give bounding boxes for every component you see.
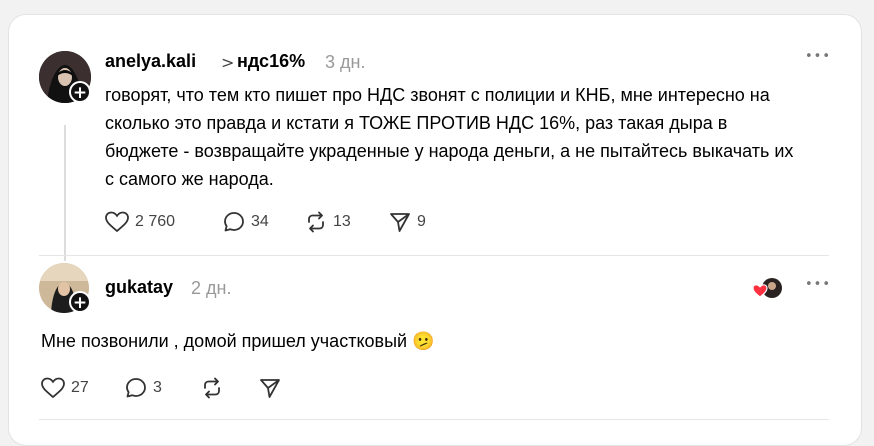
post-like-count: 2 760 xyxy=(135,213,176,230)
liked-by-avatar[interactable] xyxy=(752,277,783,301)
repost-icon xyxy=(204,377,220,399)
send-icon xyxy=(390,213,410,232)
post-like-button[interactable]: 2 760 xyxy=(105,211,175,233)
reply-username[interactable]: gukatay xyxy=(105,277,173,298)
repost-icon xyxy=(308,211,324,233)
post-comment-count: 34 xyxy=(251,213,269,230)
heart-icon xyxy=(41,377,65,399)
heart-icon xyxy=(105,211,129,233)
send-icon xyxy=(260,379,280,398)
post-comment-button[interactable]: 34 xyxy=(223,211,269,233)
reply-more-options-icon[interactable]: ••• xyxy=(805,277,831,292)
comment-bubble-icon xyxy=(224,212,244,232)
reply-timestamp: 2 дн. xyxy=(191,278,232,298)
post-more-options-icon[interactable]: ••• xyxy=(805,49,831,64)
reply-text-row: Мне позвонили , домой пришел участковый … xyxy=(41,327,801,356)
post-divider xyxy=(39,255,829,256)
comment-bubble-icon xyxy=(126,378,146,398)
follow-plus-icon[interactable]: + xyxy=(69,81,91,103)
liked-heart-avatar-icon xyxy=(752,278,782,298)
reply-comment-count: 3 xyxy=(153,379,162,396)
post-repost-button[interactable]: 13 xyxy=(305,211,351,233)
reply-repost-button[interactable] xyxy=(201,377,223,399)
reply-share-button[interactable] xyxy=(259,377,281,399)
reply-text: Мне позвонили , домой пришел участковый xyxy=(41,331,408,351)
post-share-count: 9 xyxy=(417,213,426,230)
thread-card: + anelya.kali > ндс16% 3 дн. ••• говорят… xyxy=(8,14,862,446)
post-repost-count: 13 xyxy=(333,213,351,230)
thread-connector xyxy=(64,125,66,261)
post-timestamp: 3 дн. xyxy=(325,52,366,72)
confused-face-emoji: 🫤 xyxy=(412,331,435,352)
reply-comment-button[interactable]: 3 xyxy=(125,377,162,399)
chevron-right-icon: > xyxy=(221,53,235,72)
reply-divider xyxy=(39,419,829,420)
post-topic-tag[interactable]: ндс16% xyxy=(237,51,305,72)
post-share-button[interactable]: 9 xyxy=(389,211,426,233)
post-text: говорят, что тем кто пишет про НДС звоня… xyxy=(105,85,794,189)
reply-like-count: 27 xyxy=(71,379,89,396)
post-username[interactable]: anelya.kali xyxy=(105,51,196,72)
reply-like-button[interactable]: 27 xyxy=(41,377,89,399)
follow-plus-icon[interactable]: + xyxy=(69,291,91,313)
